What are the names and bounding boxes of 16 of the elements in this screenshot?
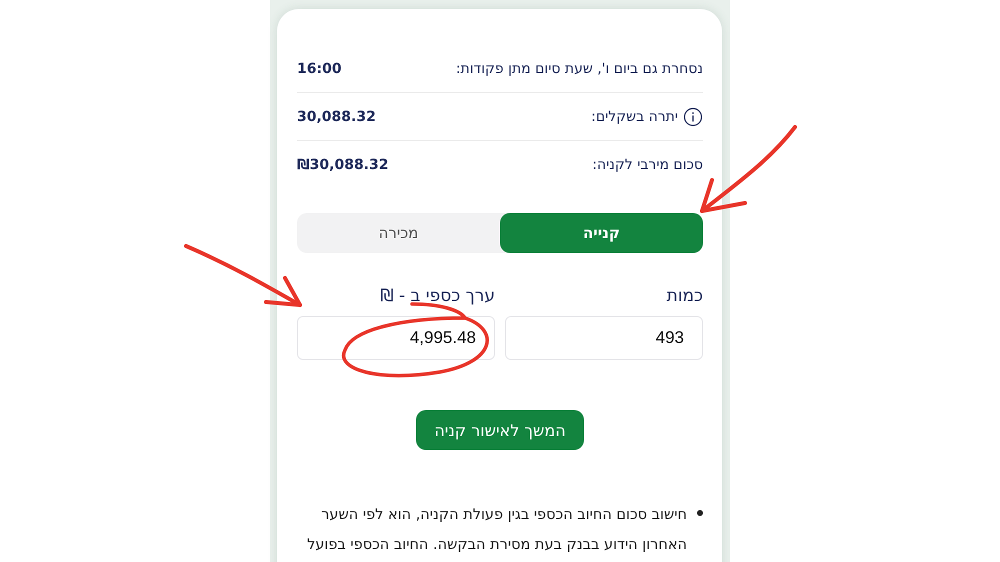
input-field[interactable]: 4,995.48 bbox=[297, 316, 495, 360]
bullet-icon bbox=[697, 510, 703, 516]
field-label: כמות bbox=[666, 286, 703, 306]
field-label: ערך כספי ב - ₪ bbox=[379, 286, 495, 306]
toggle-tab[interactable]: קנייה bbox=[500, 213, 703, 253]
input-field[interactable]: 493 bbox=[505, 316, 703, 360]
summary-value: 16:00 bbox=[297, 60, 342, 76]
info-icon[interactable] bbox=[683, 106, 703, 126]
summary-label: סכום מירבי לקניה: bbox=[592, 156, 703, 172]
note-text: חישוב סכום החיוב הכספי בגין פעולת הקניה, הוא לפי השער האחרון הידוע בבנק בעת מסירת הבקשה. החיוב הכספי בפועל bbox=[306, 506, 687, 555]
summary-label: יתרה בשקלים: bbox=[591, 108, 678, 124]
summary-value: 30,088.32 bbox=[297, 108, 376, 124]
summary-label: נסחרת גם ביום ו', שעת סיום מתן פקודות: bbox=[456, 60, 703, 76]
continue-button[interactable]: המשך לאישור קניה bbox=[416, 410, 584, 450]
toggle-tab[interactable]: מכירה bbox=[297, 213, 500, 253]
summary-value: ₪30,088.32 bbox=[297, 156, 388, 172]
